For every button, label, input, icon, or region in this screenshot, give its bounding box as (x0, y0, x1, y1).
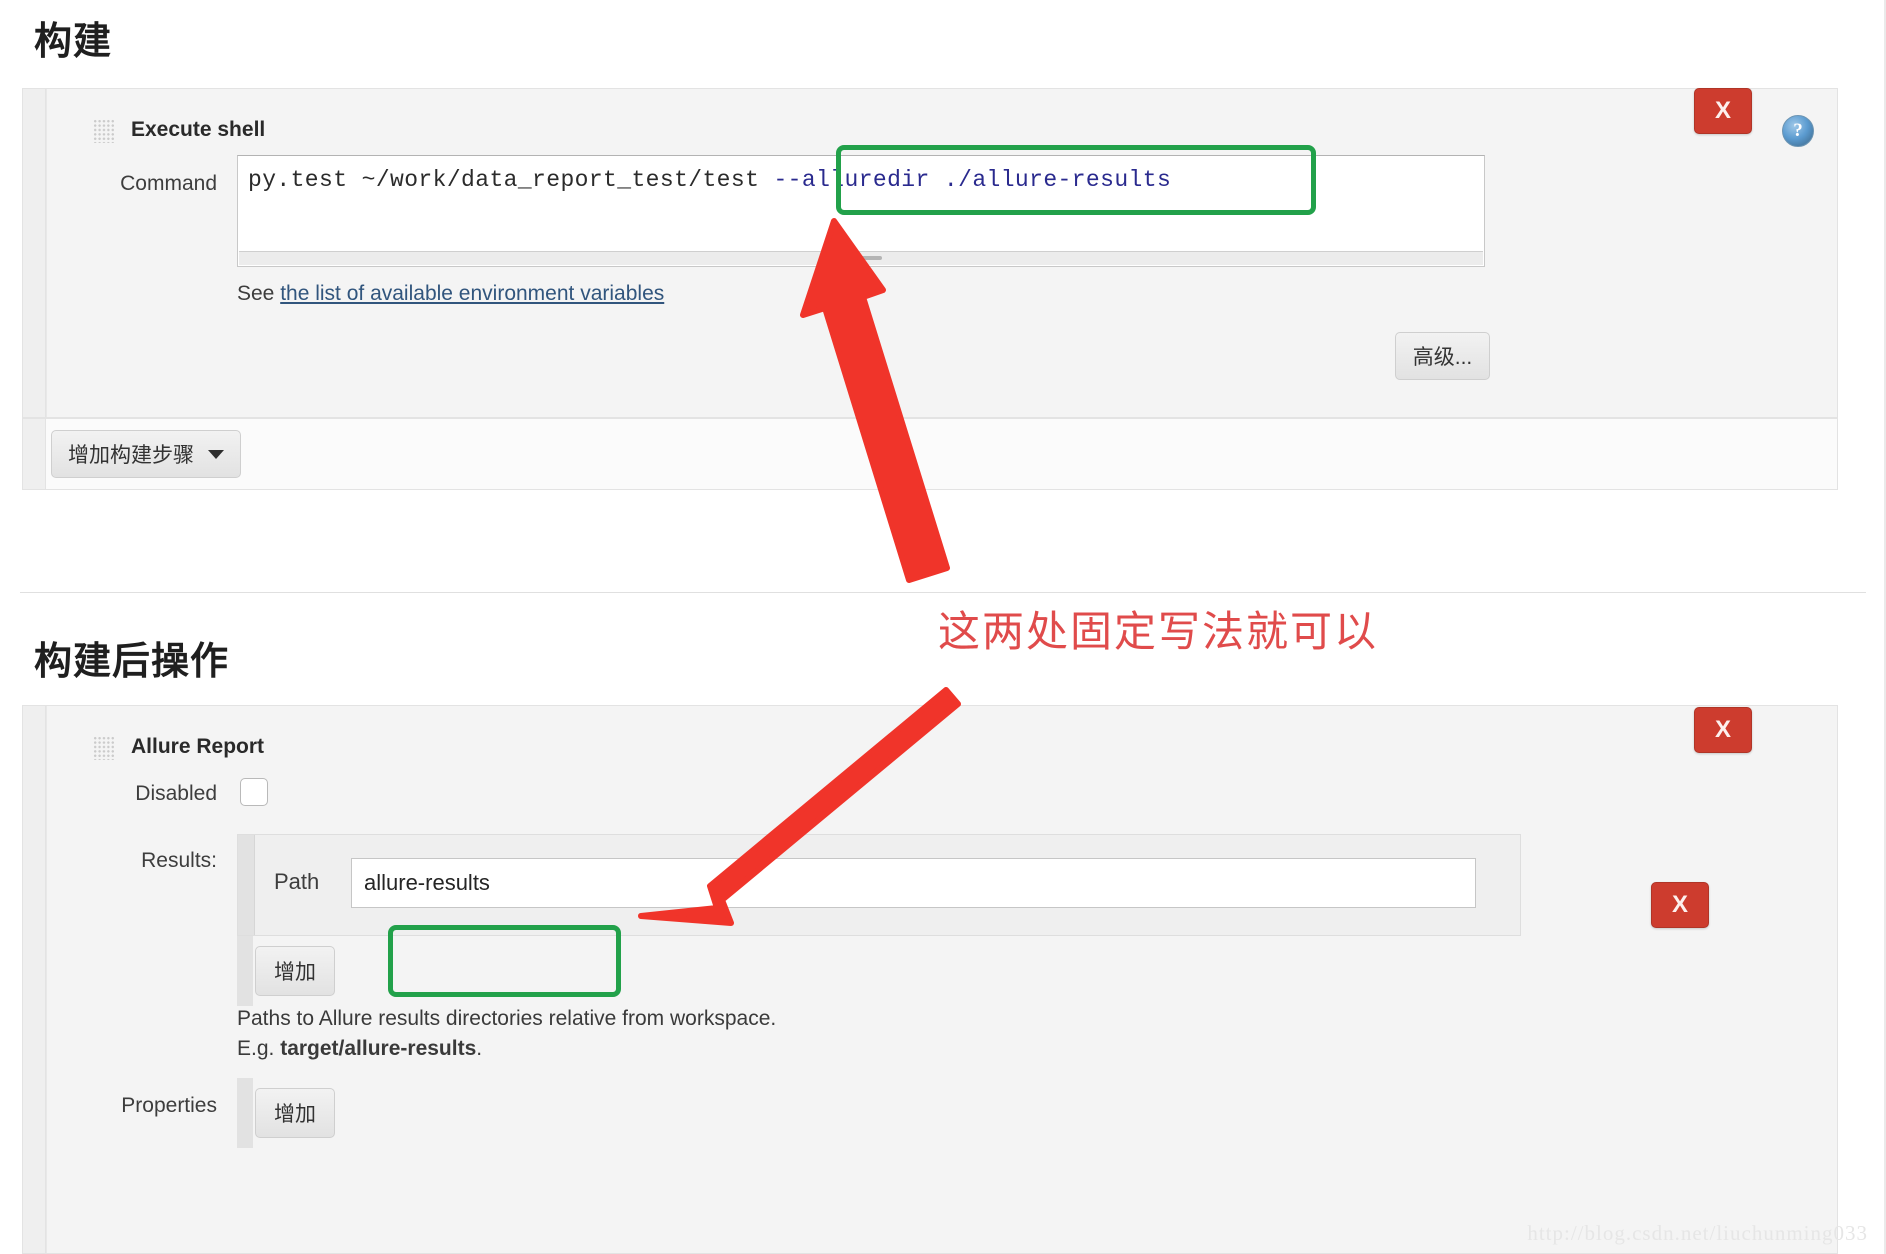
env-vars-helper: See the list of available environment va… (237, 282, 664, 306)
execute-shell-delete-button[interactable]: X (1694, 88, 1752, 134)
properties-add-button[interactable]: 增加 (255, 1088, 335, 1138)
results-add-button[interactable]: 增加 (255, 946, 335, 996)
execute-shell-title: Execute shell (131, 118, 266, 141)
note-suffix: . (476, 1037, 483, 1060)
results-help-note-line1: Paths to Allure results directories rela… (237, 1007, 777, 1030)
allure-panel-drag-rail[interactable] (23, 706, 46, 1253)
properties-add-rail (237, 1078, 253, 1148)
post-build-section-heading: 构建后操作 (34, 641, 230, 683)
add-build-step-bar: 增加构建步骤 (22, 418, 1838, 490)
command-text-highlight: --alluredir ./allure-results (773, 167, 1172, 193)
results-add-rail (237, 936, 253, 1006)
watermark: http://blog.csdn.net/liuchunming033 (1527, 1221, 1868, 1245)
chevron-down-icon (208, 449, 224, 459)
properties-label: Properties (121, 1094, 217, 1117)
panel-drag-rail[interactable] (23, 89, 46, 417)
env-vars-link[interactable]: the list of available environment variab… (280, 282, 664, 305)
build-section-heading: 构建 (34, 21, 113, 63)
annotation-text: 这两处固定写法就可以 (938, 608, 1379, 655)
drag-handle-icon[interactable] (93, 119, 115, 143)
results-row-delete-button[interactable]: X (1651, 882, 1709, 928)
results-row-drag-rail[interactable] (238, 835, 255, 935)
results-help-note-line2: E.g. target/allure-results. (237, 1034, 776, 1064)
results-label: Results: (141, 849, 217, 872)
allure-report-title: Allure Report (131, 735, 265, 758)
allure-report-panel: Allure Report Disabled Results: Path 增加 … (22, 705, 1838, 1254)
allure-drag-handle-icon[interactable] (93, 736, 115, 760)
allure-report-delete-button[interactable]: X (1694, 707, 1752, 753)
command-text-prefix: py.test ~/work/data_report_test/test (248, 167, 774, 193)
add-build-step-rail (23, 419, 46, 489)
results-help-note: Paths to Allure results directories rela… (237, 1004, 776, 1064)
add-build-step-button[interactable]: 增加构建步骤 (51, 430, 241, 478)
disabled-checkbox[interactable] (240, 778, 268, 806)
note-prefix: E.g. (237, 1037, 281, 1060)
add-build-step-label: 增加构建步骤 (68, 444, 194, 467)
path-input[interactable] (351, 858, 1476, 908)
execute-shell-body: Execute shell Command py.test ~/work/dat… (46, 89, 1837, 417)
note-bold: target/allure-results (280, 1037, 477, 1060)
command-textarea[interactable]: py.test ~/work/data_report_test/test --a… (237, 155, 1485, 267)
command-label: Command (120, 172, 217, 195)
section-divider (20, 592, 1866, 593)
path-label: Path (274, 869, 320, 894)
allure-report-body: Allure Report Disabled Results: Path 增加 … (46, 706, 1837, 1253)
command-text: py.test ~/work/data_report_test/test --a… (248, 167, 1171, 193)
env-vars-helper-prefix: See (237, 282, 281, 305)
execute-shell-panel: Execute shell Command py.test ~/work/dat… (22, 88, 1838, 418)
advanced-button[interactable]: 高级... (1395, 332, 1490, 380)
command-horizontal-scrollbar[interactable] (239, 251, 1483, 265)
results-path-row: Path (237, 834, 1521, 936)
disabled-label: Disabled (135, 782, 217, 805)
help-icon[interactable]: ? (1782, 115, 1814, 147)
